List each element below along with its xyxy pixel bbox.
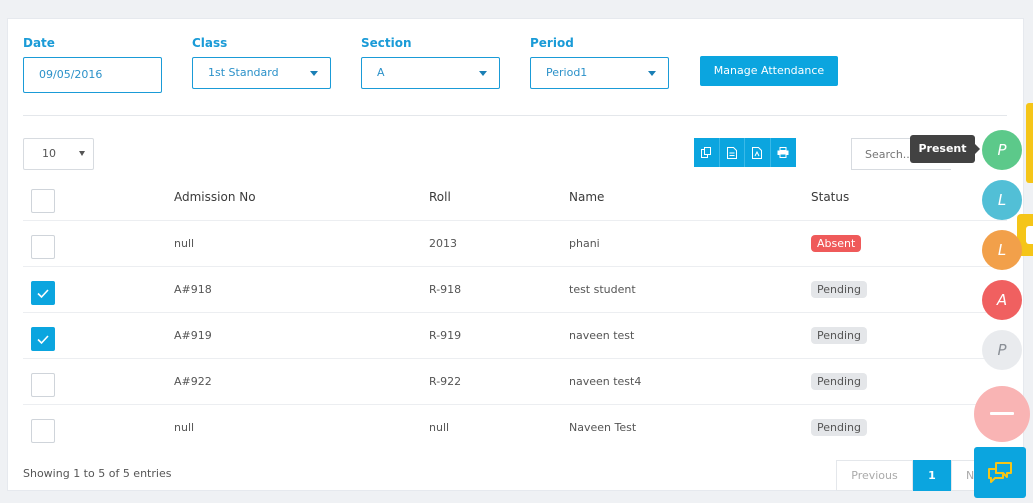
name-cell: naveen test [569, 329, 635, 342]
name-cell: phani [569, 237, 600, 250]
class-select[interactable]: 1st Standard [192, 57, 331, 89]
chevron-down-icon [479, 71, 487, 76]
column-header-name[interactable]: Name [569, 190, 604, 204]
status-badge: Pending [811, 373, 867, 390]
close-fab-button[interactable] [974, 386, 1030, 442]
period-select[interactable]: Period1 [530, 57, 669, 89]
date-field[interactable]: 09/05/2016 [23, 57, 162, 93]
admission-no-cell: A#919 [174, 329, 212, 342]
name-cell: naveen test4 [569, 375, 642, 388]
side-tab-notch [1026, 226, 1033, 244]
admission-no-cell: null [174, 421, 195, 434]
column-header-roll[interactable]: Roll [429, 190, 451, 204]
tooltip: Present [910, 135, 980, 163]
row-checkbox[interactable] [31, 419, 55, 443]
export-button-group [694, 138, 796, 167]
print-icon[interactable] [771, 138, 797, 167]
roll-cell: R-919 [429, 329, 462, 342]
status-badge: Pending [811, 419, 867, 436]
row-checkbox[interactable] [31, 373, 55, 397]
checkmark-icon [37, 289, 49, 299]
chat-icon [988, 461, 1012, 483]
present-fab-button[interactable]: P [982, 130, 1022, 170]
chevron-down-icon [648, 71, 656, 76]
roll-cell: null [429, 421, 450, 434]
select-all-checkbox[interactable] [31, 189, 55, 213]
roll-cell: 2013 [429, 237, 457, 250]
late-fab-button[interactable]: L [982, 230, 1022, 270]
csv-icon[interactable] [720, 138, 745, 167]
page-length-select[interactable]: 10 [23, 138, 94, 170]
status-badge: Absent [811, 235, 862, 252]
previous-page-button[interactable]: Previous [836, 460, 913, 491]
row-divider [23, 404, 1007, 405]
row-checkbox[interactable] [31, 281, 55, 305]
class-select-value: 1st Standard [208, 66, 279, 79]
period-label: Period [530, 36, 574, 50]
pending-fab-button[interactable]: P [982, 330, 1022, 370]
row-divider [23, 266, 1007, 267]
manage-attendance-button[interactable]: Manage Attendance [700, 56, 838, 86]
status-badge: Pending [811, 281, 867, 298]
section-select[interactable]: A [361, 57, 500, 89]
chat-button[interactable] [974, 447, 1026, 498]
row-divider [23, 220, 1007, 221]
copy-icon[interactable] [694, 138, 720, 167]
pdf-icon[interactable] [745, 138, 771, 167]
date-label: Date [23, 36, 55, 50]
column-header-status[interactable]: Status [811, 190, 849, 204]
page-length-value: 10 [42, 147, 56, 160]
name-cell: Naveen Test [569, 421, 637, 434]
absent-fab-button[interactable]: A [982, 280, 1022, 320]
caret-down-icon [79, 151, 85, 156]
row-divider [23, 312, 1007, 313]
row-checkbox[interactable] [31, 235, 55, 259]
roll-cell: R-918 [429, 283, 462, 296]
row-divider [23, 358, 1007, 359]
status-badge: Pending [811, 327, 867, 344]
page-1-button[interactable]: 1 [913, 460, 951, 491]
row-checkbox[interactable] [31, 327, 55, 351]
admission-no-cell: null [174, 237, 195, 250]
side-tab[interactable] [1026, 103, 1033, 183]
checkmark-icon [37, 335, 49, 345]
entries-info: Showing 1 to 5 of 5 entries [23, 467, 172, 480]
divider [23, 115, 1007, 116]
leave-fab-button[interactable]: L [982, 180, 1022, 220]
roll-cell: R-922 [429, 375, 462, 388]
class-label: Class [192, 36, 228, 50]
name-cell: test student [569, 283, 636, 296]
section-label: Section [361, 36, 412, 50]
section-select-value: A [377, 66, 385, 79]
period-select-value: Period1 [546, 66, 588, 79]
admission-no-cell: A#922 [174, 375, 212, 388]
minus-icon [990, 412, 1014, 415]
chevron-down-icon [310, 71, 318, 76]
admission-no-cell: A#918 [174, 283, 212, 296]
column-header-admission[interactable]: Admission No [174, 190, 256, 204]
